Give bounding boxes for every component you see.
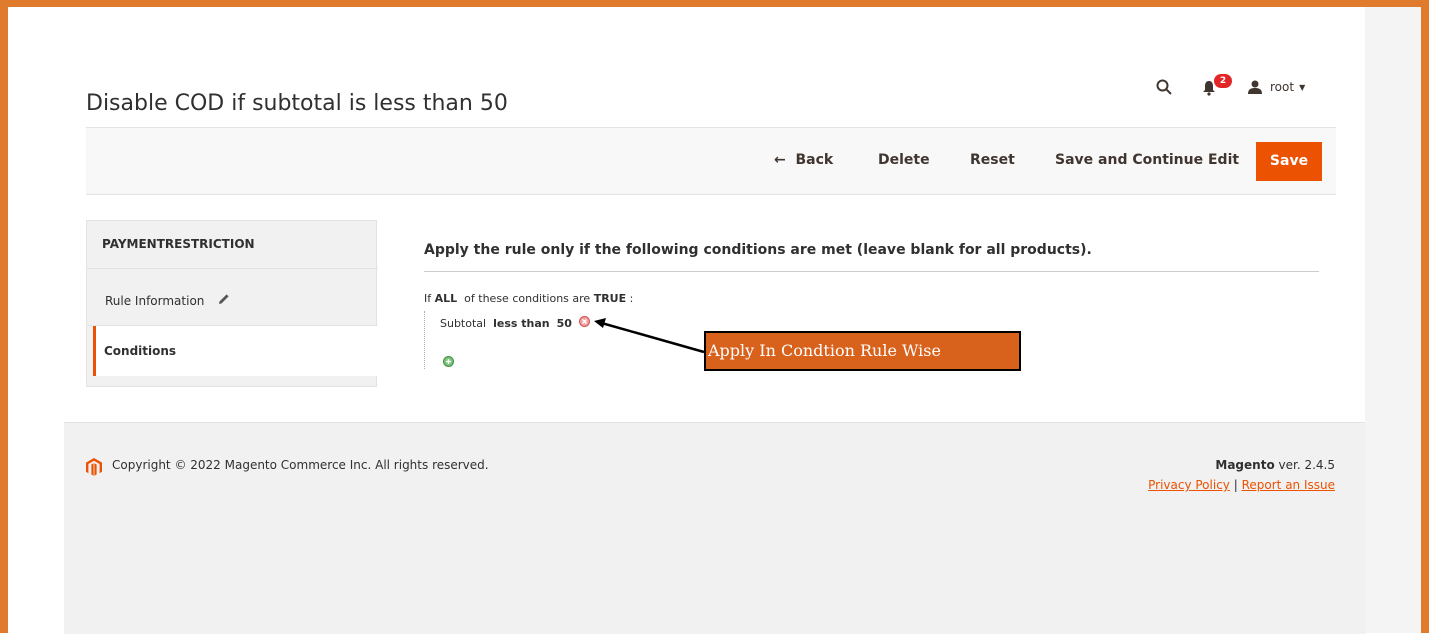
condition-middle-text: of these conditions are	[464, 292, 591, 305]
sidebar-item-rule-information[interactable]: Rule Information	[105, 293, 230, 308]
privacy-policy-link[interactable]: Privacy Policy	[1148, 478, 1230, 492]
footer-version: Magento ver. 2.4.5	[1215, 458, 1335, 472]
report-issue-link[interactable]: Report an Issue	[1242, 478, 1335, 492]
footer-link-separator: |	[1233, 478, 1238, 492]
sidebar-title: PAYMENTRESTRICTION	[102, 237, 255, 251]
annotation-arrow-icon	[594, 318, 705, 354]
sidebar-divider	[87, 268, 378, 269]
back-label: Back	[795, 152, 834, 168]
condition-tree-line	[424, 311, 426, 369]
rule-operator-selector[interactable]: less than	[493, 317, 550, 330]
aggregator-value-selector[interactable]: TRUE	[594, 292, 626, 305]
condition-aggregator-line: If ALL of these conditions are TRUE :	[424, 292, 633, 305]
annotation-callout: Apply In Condtion Rule Wise	[704, 331, 1021, 371]
footer-copyright: Copyright © 2022 Magento Commerce Inc. A…	[112, 458, 489, 472]
footer-brand: Magento	[1215, 458, 1275, 472]
back-button[interactable]: ← Back	[774, 152, 833, 168]
condition-rule-row: Subtotal less than 50	[440, 316, 590, 330]
frame-top-border	[0, 0, 1429, 7]
notifications-button[interactable]: 2	[1202, 74, 1232, 96]
rule-value-input[interactable]: 50	[557, 317, 572, 330]
remove-condition-icon[interactable]	[578, 316, 590, 330]
frame-right-border	[1421, 0, 1429, 633]
footer-version-number: ver. 2.4.5	[1278, 458, 1335, 472]
condition-prefix: If	[424, 292, 432, 305]
search-icon[interactable]	[1156, 79, 1172, 95]
rule-attribute: Subtotal	[440, 316, 487, 330]
add-condition-icon[interactable]	[443, 352, 454, 371]
page-actions-toolbar: ← Back Delete Reset Save and Continue Ed…	[86, 127, 1336, 195]
condition-suffix: :	[629, 292, 634, 305]
user-name: root	[1270, 80, 1295, 94]
sidebar-item-conditions[interactable]: Conditions	[93, 326, 377, 376]
sidebar-item-label: Conditions	[104, 344, 177, 358]
delete-button[interactable]: Delete	[878, 152, 930, 168]
conditions-heading: Apply the rule only if the following con…	[424, 242, 1092, 258]
frame-left-border	[0, 0, 8, 633]
aggregator-selector[interactable]: ALL	[435, 292, 458, 305]
arrow-left-icon: ←	[774, 152, 786, 168]
pencil-icon	[218, 293, 230, 308]
user-icon	[1248, 80, 1262, 94]
right-gutter	[1365, 7, 1421, 633]
footer-links: Privacy Policy | Report an Issue	[1148, 478, 1335, 492]
sidebar-item-label: Rule Information	[105, 293, 205, 308]
page-title: Disable COD if subtotal is less than 50	[86, 90, 508, 116]
user-account-menu[interactable]: root ▼	[1248, 80, 1305, 94]
save-and-continue-button[interactable]: Save and Continue Edit	[1055, 152, 1239, 168]
notification-count-badge: 2	[1214, 74, 1232, 88]
sidebar-tabs: PAYMENTRESTRICTION Rule Information Cond…	[86, 220, 378, 387]
reset-button[interactable]: Reset	[970, 152, 1015, 168]
header-actions: 2 root ▼	[1156, 74, 1305, 98]
caret-down-icon: ▼	[1299, 82, 1306, 92]
magento-logo-icon	[86, 458, 102, 480]
heading-divider	[424, 271, 1319, 272]
save-button[interactable]: Save	[1256, 142, 1322, 181]
page-footer: Copyright © 2022 Magento Commerce Inc. A…	[64, 422, 1365, 634]
